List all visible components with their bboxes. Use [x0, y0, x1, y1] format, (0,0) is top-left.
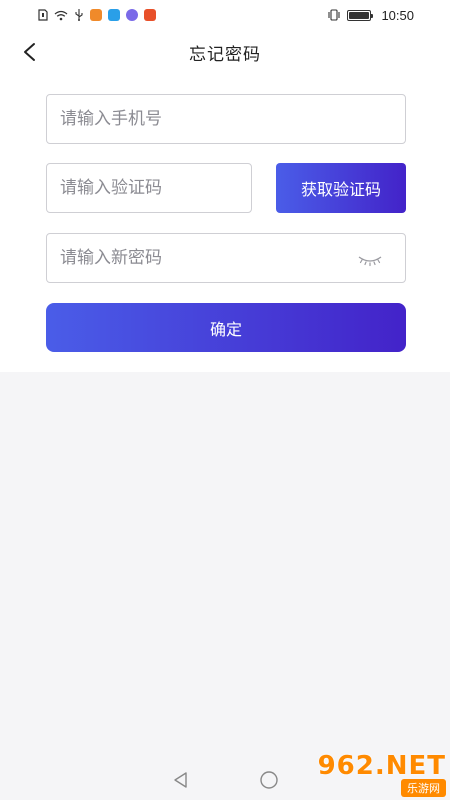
status-icons-right: 10:50: [327, 8, 414, 23]
page-title: 忘记密码: [189, 44, 261, 65]
battery-icon: [347, 9, 374, 21]
vibrate-icon: [327, 9, 341, 21]
back-triangle-icon: [174, 772, 187, 788]
phone-field[interactable]: [46, 94, 406, 144]
wifi-icon: [54, 10, 68, 21]
status-time: 10:50: [381, 7, 414, 23]
app-icon: [126, 9, 138, 21]
app-icon: [108, 9, 120, 21]
home-circle-icon: [260, 771, 278, 789]
app-icon: [90, 9, 102, 21]
get-code-button[interactable]: 获取验证码: [276, 163, 406, 213]
screen: 10:50 忘记密码 获取验证码 确定: [0, 0, 450, 800]
sim-icon: [38, 9, 48, 21]
code-input[interactable]: [60, 178, 238, 198]
eye-closed-icon[interactable]: [357, 251, 383, 267]
watermark-logo: 962.NET 乐游网: [310, 752, 446, 798]
status-bar: 10:50: [0, 0, 450, 30]
password-input[interactable]: [60, 248, 361, 268]
app-icon: [144, 9, 156, 21]
chevron-left-icon: [24, 43, 35, 61]
usb-icon: [74, 9, 84, 21]
form-card: 获取验证码 确定: [0, 74, 450, 372]
watermark-main: 962.NET: [317, 750, 446, 781]
password-field[interactable]: [46, 233, 406, 283]
header: 忘记密码: [0, 30, 450, 74]
phone-input[interactable]: [60, 109, 392, 129]
code-field[interactable]: [46, 163, 252, 213]
back-button[interactable]: [16, 38, 44, 66]
nav-home-button[interactable]: [255, 766, 283, 794]
watermark-sub: 乐游网: [401, 778, 446, 797]
nav-back-button[interactable]: [167, 766, 195, 794]
confirm-button[interactable]: 确定: [46, 303, 406, 352]
status-icons-left: [38, 9, 156, 21]
